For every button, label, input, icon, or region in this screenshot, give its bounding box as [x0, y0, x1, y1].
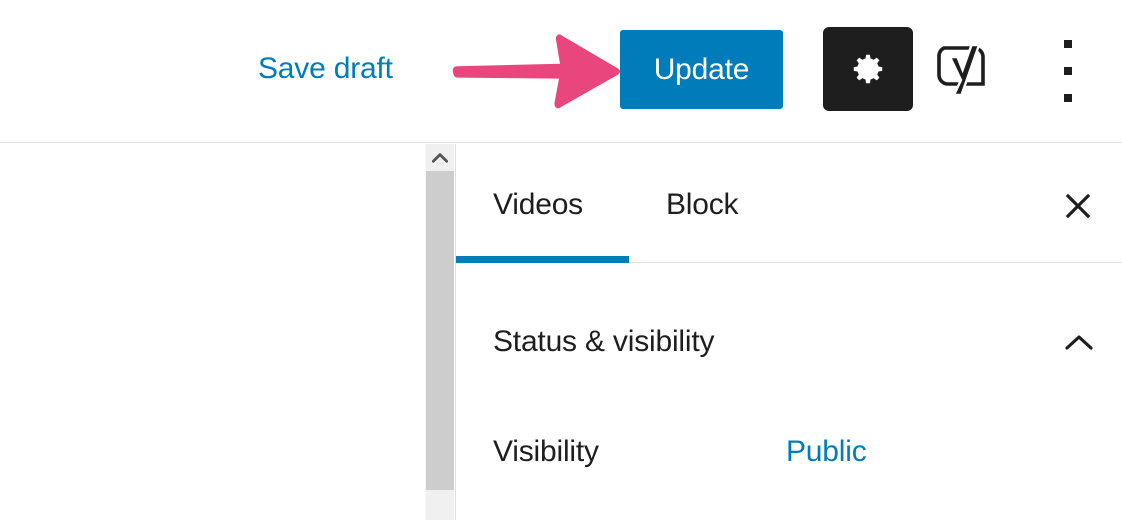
sidebar-tab-list: Videos Block	[456, 144, 1122, 263]
update-button[interactable]: Update	[620, 30, 783, 109]
tab-block[interactable]: Block	[666, 188, 739, 222]
close-sidebar-button[interactable]	[1058, 186, 1098, 226]
chevron-up-icon	[432, 153, 448, 163]
vertical-ellipsis-icon-dot-1	[1064, 40, 1072, 48]
close-x-icon	[1065, 193, 1091, 219]
settings-gear-button[interactable]	[823, 27, 913, 111]
scroll-up-button[interactable]	[426, 144, 454, 171]
visibility-label: Visibility	[493, 435, 599, 468]
section-collapse-chevron	[1059, 322, 1099, 362]
vertical-ellipsis-icon-dot-3	[1064, 94, 1072, 102]
vertical-ellipsis-icon-dot-2	[1064, 67, 1072, 75]
status-and-visibility-title: Status & visibility	[493, 325, 715, 358]
yoast-logo-icon	[937, 43, 985, 97]
active-tab-indicator	[456, 256, 629, 263]
more-options-button[interactable]	[1046, 40, 1090, 102]
visibility-value-button[interactable]: Public	[786, 435, 867, 469]
editor-header-bar: Save draft Update	[0, 0, 1122, 143]
tab-videos[interactable]: Videos	[493, 188, 583, 222]
settings-sidebar-panel: Videos Block Status & visibility Visibil…	[455, 144, 1122, 520]
scrollbar-thumb[interactable]	[426, 171, 454, 490]
status-and-visibility-section-toggle[interactable]: Status & visibility	[456, 306, 1122, 378]
yoast-seo-button[interactable]	[930, 36, 996, 104]
editor-content-canvas	[0, 144, 422, 520]
save-draft-button[interactable]: Save draft	[258, 52, 393, 86]
visibility-row: Visibility Public	[456, 422, 1122, 482]
editor-vertical-scrollbar[interactable]	[425, 144, 454, 520]
chevron-up-icon	[1065, 334, 1093, 350]
right-arrow-annotation-icon	[452, 34, 620, 109]
gear-icon	[853, 54, 883, 84]
